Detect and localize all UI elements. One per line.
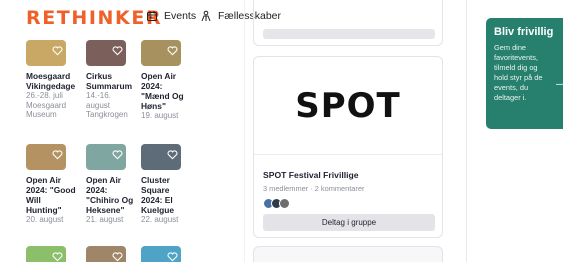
event-thumbnail	[141, 40, 181, 66]
event-thumbnail	[86, 40, 126, 66]
heart-icon[interactable]	[167, 251, 178, 262]
group-image: SPOT	[254, 57, 442, 155]
event-card[interactable]: Open Air 2024: "Chihiro Og Heksene" 21. …	[86, 144, 136, 225]
heart-icon[interactable]	[52, 251, 63, 262]
column-divider	[244, 0, 245, 262]
event-thumbnail	[86, 246, 126, 262]
volunteer-cta[interactable]: Bliv frivillig Gem dine favoritevents, t…	[486, 18, 563, 129]
event-details: 19. august	[141, 111, 179, 120]
avatar	[279, 198, 290, 209]
event-details: 26.-28. juli Moesgaard Museum	[26, 91, 67, 119]
nav-events-label: Events	[164, 10, 197, 22]
event-thumbnail	[141, 246, 181, 262]
event-title: Moesgaard Vikingedage	[26, 71, 76, 91]
event-card[interactable]: Open Air 2024: "Mænd Og Høns" 19. august	[141, 40, 191, 121]
event-details: 20. august	[26, 215, 64, 224]
calendar-icon	[147, 11, 157, 21]
join-group-button[interactable]: Deltag i gruppe	[263, 214, 435, 231]
group-card[interactable]: SPOT SPOT Festival Frivillige 3 medlemme…	[253, 56, 443, 238]
event-title: Cluster Square 2024: El Kuelgue	[141, 175, 175, 215]
join-group-button[interactable]	[263, 29, 435, 39]
cta-title: Bliv frivillig	[494, 26, 554, 38]
heart-icon[interactable]	[52, 45, 63, 56]
cta-text: Gem dine favoritevents, tilmeld dig og h…	[494, 43, 543, 102]
event-details: 14.-16. august Tangkrogen	[86, 91, 128, 119]
event-title: Open Air 2024: "Good Will Hunting"	[26, 175, 76, 215]
heart-icon[interactable]	[112, 251, 123, 262]
logo[interactable]: RETHINKER	[26, 7, 162, 29]
group-meta: 3 medlemmer · 2 kommentarer	[263, 184, 365, 193]
group-name: SPOT Festival Frivillige	[263, 170, 359, 180]
event-details: 22. august	[141, 215, 179, 224]
heart-icon[interactable]	[167, 149, 178, 160]
event-card[interactable]: Open Air 2024: "Good Will Hunting" 20. a…	[26, 144, 76, 225]
event-card[interactable]	[141, 246, 191, 262]
sidebar-divider	[466, 0, 467, 262]
event-thumbnail	[141, 144, 181, 170]
heart-icon[interactable]	[112, 45, 123, 56]
event-thumbnail	[26, 144, 66, 170]
event-thumbnail	[26, 40, 66, 66]
heart-icon[interactable]	[52, 149, 63, 160]
people-icon	[201, 10, 211, 22]
event-card[interactable]: Moesgaard Vikingedage 26.-28. juli Moesg…	[26, 40, 76, 120]
event-details: 21. august	[86, 215, 124, 224]
nav-events[interactable]: Events	[146, 10, 196, 22]
heart-icon[interactable]	[167, 45, 178, 56]
event-card[interactable]	[26, 246, 76, 262]
event-title: Open Air 2024: "Chihiro Og Heksene"	[86, 175, 134, 215]
event-card[interactable]	[86, 246, 136, 262]
event-card[interactable]: Cirkus Summarum 14.-16. august Tangkroge…	[86, 40, 136, 120]
group-logo: SPOT	[295, 85, 401, 126]
event-thumbnail	[26, 246, 66, 262]
group-card-next	[253, 246, 443, 262]
arrow-right-icon: —	[556, 79, 563, 90]
heart-icon[interactable]	[112, 149, 123, 160]
event-title: Cirkus Summarum	[86, 71, 133, 91]
event-title: Open Air 2024: "Mænd Og Høns"	[141, 71, 184, 111]
event-thumbnail	[86, 144, 126, 170]
group-card-previous	[253, 0, 443, 46]
member-avatars	[263, 198, 290, 209]
event-card[interactable]: Cluster Square 2024: El Kuelgue 22. augu…	[141, 144, 191, 225]
